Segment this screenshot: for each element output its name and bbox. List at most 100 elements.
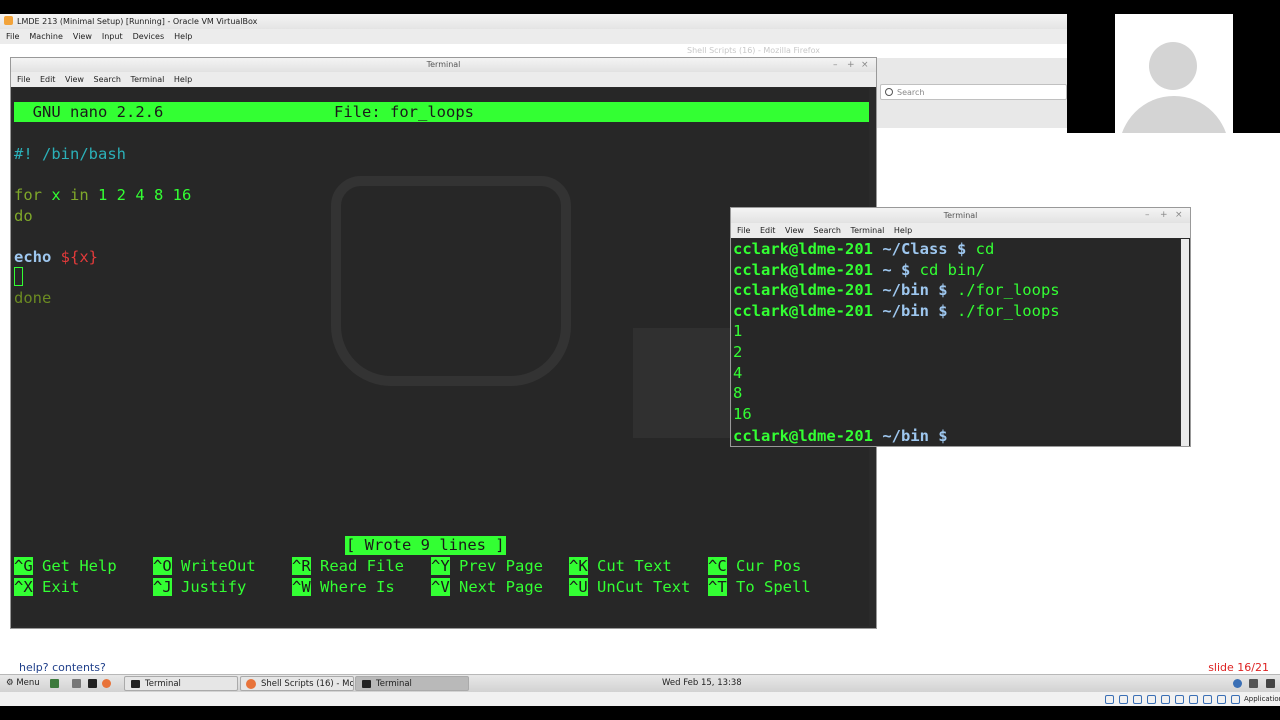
firefox-title: Shell Scripts (16) - Mozilla Firefox <box>687 46 820 55</box>
menu-help[interactable]: Help <box>174 75 192 84</box>
command-text: cd bin/ <box>919 260 985 279</box>
shortcut-cut-text[interactable]: ^K Cut Text <box>569 556 672 576</box>
terminal-title: Terminal <box>426 60 461 69</box>
prompt-user: cclark@ldme-201 <box>733 281 883 300</box>
guest-screen: Shell Scripts (16) - Mozilla Firefox Sea… <box>0 14 1280 674</box>
shortcut-where-is[interactable]: ^W Where Is <box>292 577 395 597</box>
menu-file[interactable]: File <box>17 75 30 84</box>
shortcut-key: ^X <box>14 578 33 596</box>
command-text: ./for_loops <box>956 301 1060 320</box>
shortcut-key: ^C <box>708 557 727 575</box>
terminal-line: cclark@ldme-201 ~/bin $ ./for_loops <box>733 280 1060 301</box>
menu-view[interactable]: View <box>785 226 804 235</box>
shared-folders-icon[interactable] <box>1175 695 1184 704</box>
hard-disk-icon[interactable] <box>1105 695 1114 704</box>
terminal-icon <box>362 680 371 688</box>
audio-icon[interactable] <box>1133 695 1142 704</box>
firefox-launcher-icon[interactable] <box>102 679 111 688</box>
vbox-menu-devices[interactable]: Devices <box>133 32 165 41</box>
prompt-path: ~/bin $ <box>882 427 957 446</box>
shortcut-key: ^U <box>569 578 588 596</box>
vbox-menu-file[interactable]: File <box>6 32 19 41</box>
keyword-echo: echo <box>14 248 52 266</box>
terminal-launcher-icon[interactable] <box>88 679 97 688</box>
usb-icon[interactable] <box>1161 695 1170 704</box>
shortcut-read-file[interactable]: ^R Read File <box>292 556 404 576</box>
network-icon[interactable] <box>1233 679 1242 688</box>
help-link[interactable]: help? contents? <box>19 662 106 674</box>
avatar-body <box>1119 96 1229 133</box>
menu-help[interactable]: Help <box>894 226 912 235</box>
menu-terminal[interactable]: Terminal <box>131 75 165 84</box>
menu-edit[interactable]: Edit <box>760 226 776 235</box>
command-text: cd <box>975 240 995 258</box>
nano-status-message: [ Wrote 9 lines ] <box>345 536 506 555</box>
shortcut-exit[interactable]: ^X Exit <box>14 577 79 597</box>
menu-search[interactable]: Search <box>814 226 841 235</box>
virtualization-icon[interactable] <box>1217 695 1226 704</box>
files-icon[interactable] <box>72 679 81 688</box>
virtualbox-menubar: File Machine View Input Devices Help <box>0 29 1067 44</box>
firefox-icon <box>246 679 256 689</box>
show-desktop-icon[interactable] <box>50 679 59 688</box>
firefox-search-placeholder: Search <box>897 88 925 97</box>
vbox-menu-help[interactable]: Help <box>174 32 192 41</box>
shortcut-uncut-text[interactable]: ^U UnCut Text <box>569 577 690 597</box>
shortcut-cur-pos[interactable]: ^C Cur Pos <box>708 556 801 576</box>
shell-terminal-window[interactable]: Terminal – + × File Edit View Search Ter… <box>730 207 1191 447</box>
menu-terminal[interactable]: Terminal <box>851 226 885 235</box>
shortcut-key: ^K <box>569 557 588 575</box>
for-variable: x <box>42 186 70 204</box>
shortcut-label: Read File <box>310 557 404 575</box>
shortcut-writeout[interactable]: ^O WriteOut <box>153 556 256 576</box>
vbox-menu-machine[interactable]: Machine <box>29 32 63 41</box>
shortcut-prev-page[interactable]: ^Y Prev Page <box>431 556 543 576</box>
taskbar-item-terminal[interactable]: Terminal <box>124 676 238 691</box>
shortcut-key: ^O <box>153 557 172 575</box>
virtualbox-title: LMDE 213 (Minimal Setup) [Running] - Ora… <box>17 17 258 26</box>
terminal-titlebar[interactable]: Terminal – + × <box>731 208 1190 223</box>
shortcut-next-page[interactable]: ^V Next Page <box>431 577 543 597</box>
vbox-menu-view[interactable]: View <box>73 32 92 41</box>
video-capture-icon[interactable] <box>1203 695 1212 704</box>
shortcut-label: Exit <box>32 578 80 596</box>
minimize-button[interactable]: – <box>1145 208 1150 222</box>
terminal-prompt-line: cclark@ldme-201 ~/bin $ <box>733 424 966 446</box>
menu-edit[interactable]: Edit <box>40 75 56 84</box>
optical-drive-icon[interactable] <box>1119 695 1128 704</box>
menu-file[interactable]: File <box>737 226 750 235</box>
maximize-button[interactable]: + <box>1160 208 1168 222</box>
terminal-icon <box>131 680 140 688</box>
code-line-done: done <box>14 289 52 307</box>
taskbar-item-firefox[interactable]: Shell Scripts (16) - Mo... <box>240 676 354 691</box>
minimize-button[interactable]: – <box>833 58 838 72</box>
start-menu-button[interactable]: ⚙ Menu <box>6 675 40 692</box>
nano-header: GNU nano 2.2.6 File: for_loops <box>14 102 869 122</box>
mouse-integration-icon[interactable] <box>1231 695 1240 704</box>
menu-search[interactable]: Search <box>94 75 121 84</box>
terminal-title: Terminal <box>943 211 978 220</box>
maximize-button[interactable]: + <box>847 58 855 72</box>
taskbar-item-terminal-active[interactable]: Terminal <box>355 676 469 691</box>
network-adapter-icon[interactable] <box>1147 695 1156 704</box>
taskbar-item-label: Shell Scripts (16) - Mo... <box>261 679 354 689</box>
shortcut-label: UnCut Text <box>587 578 691 596</box>
close-button[interactable]: × <box>861 58 869 72</box>
firefox-search-input[interactable]: Search <box>880 84 1067 100</box>
display-icon[interactable] <box>1189 695 1198 704</box>
close-button[interactable]: × <box>1175 208 1183 222</box>
power-icon[interactable] <box>1266 679 1275 688</box>
menu-view[interactable]: View <box>65 75 84 84</box>
shortcut-justify[interactable]: ^J Justify <box>153 577 246 597</box>
taskbar-item-label: Terminal <box>145 679 181 689</box>
volume-icon[interactable] <box>1249 679 1258 688</box>
scrollbar[interactable] <box>1181 239 1189 446</box>
terminal-titlebar[interactable]: Terminal – + × <box>11 58 876 72</box>
terminal-output[interactable]: cclark@ldme-201 ~/Class $ cd cclark@ldme… <box>732 239 1180 446</box>
shortcut-get-help[interactable]: ^G Get Help <box>14 556 117 576</box>
terminal-line: cclark@ldme-201 ~ $ cd bin/ <box>733 260 985 281</box>
shortcut-to-spell[interactable]: ^T To Spell <box>708 577 811 597</box>
echo-variable: ${x} <box>51 248 98 266</box>
vbox-menu-input[interactable]: Input <box>102 32 123 41</box>
output-line: 16 <box>733 404 752 423</box>
